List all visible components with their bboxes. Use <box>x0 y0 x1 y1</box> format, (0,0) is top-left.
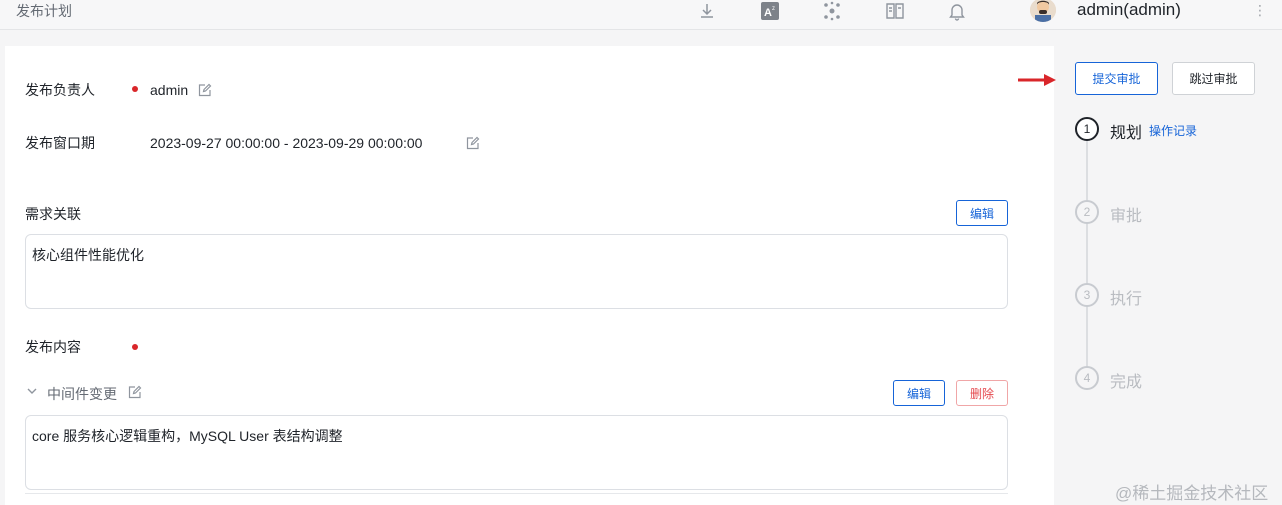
arrow-right-icon <box>1018 72 1058 93</box>
step-1-label: 规划 <box>1110 125 1143 142</box>
owner-label: 发布负责人 <box>25 82 95 98</box>
owner-value: admin <box>150 82 189 98</box>
avatar[interactable] <box>1030 0 1056 22</box>
book-icon[interactable] <box>884 0 906 22</box>
requirement-text: 核心组件性能优化 <box>32 247 144 263</box>
svg-text:z: z <box>772 6 775 12</box>
release-plan-card: 发布负责人 admin 发布窗口期 2023-09-27 00:00:00 - … <box>5 46 1054 505</box>
cluster-icon[interactable] <box>821 0 843 22</box>
bell-icon[interactable] <box>946 0 968 22</box>
translate-icon[interactable]: Az <box>759 0 781 22</box>
operation-log-link[interactable]: 操作记录 <box>1149 122 1197 139</box>
middleware-text: core 服务核心逻辑重构，MySQL User 表结构调整 <box>32 428 343 444</box>
window-label: 发布窗口期 <box>25 135 95 151</box>
step-2-circle: 2 <box>1075 200 1099 224</box>
step-2-label: 审批 <box>1110 208 1143 225</box>
username[interactable]: admin(admin) <box>1077 0 1181 20</box>
watermark: @稀土掘金技术社区 <box>1115 484 1269 503</box>
edit-icon[interactable] <box>466 136 480 150</box>
svg-text:A: A <box>764 7 772 19</box>
middleware-delete-button[interactable]: 删除 <box>956 380 1008 406</box>
step-4-label: 完成 <box>1110 374 1143 391</box>
step-1-circle: 1 <box>1075 117 1099 141</box>
more-icon[interactable]: ⋮ <box>1253 2 1267 19</box>
skip-approval-button[interactable]: 跳过审批 <box>1172 62 1255 95</box>
steps-line <box>1086 140 1088 378</box>
content-label: 发布内容 <box>25 339 81 355</box>
middleware-title: 中间件变更 <box>47 386 117 402</box>
divider <box>25 493 1008 494</box>
requirement-edit-button[interactable]: 编辑 <box>956 200 1008 226</box>
chevron-down-icon[interactable] <box>25 384 39 403</box>
page-title: 发布计划 <box>16 3 72 19</box>
submit-approval-button[interactable]: 提交审批 <box>1075 62 1158 95</box>
window-value: 2023-09-27 00:00:00 - 2023-09-29 00:00:0… <box>150 135 423 151</box>
download-icon[interactable] <box>696 0 718 22</box>
requirement-box[interactable]: 核心组件性能优化 <box>25 234 1008 309</box>
step-3-label: 执行 <box>1110 291 1143 308</box>
middleware-edit-button[interactable]: 编辑 <box>893 380 945 406</box>
edit-icon[interactable] <box>128 385 142 399</box>
middleware-box[interactable]: core 服务核心逻辑重构，MySQL User 表结构调整 <box>25 415 1008 490</box>
top-bar: 发布计划 Az admin(admin) ⋮ <box>0 0 1282 30</box>
step-4-circle: 4 <box>1075 366 1099 390</box>
required-dot <box>132 344 138 350</box>
required-dot <box>132 86 138 92</box>
step-3-circle: 3 <box>1075 283 1099 307</box>
requirement-label: 需求关联 <box>25 206 81 222</box>
edit-icon[interactable] <box>198 83 212 97</box>
